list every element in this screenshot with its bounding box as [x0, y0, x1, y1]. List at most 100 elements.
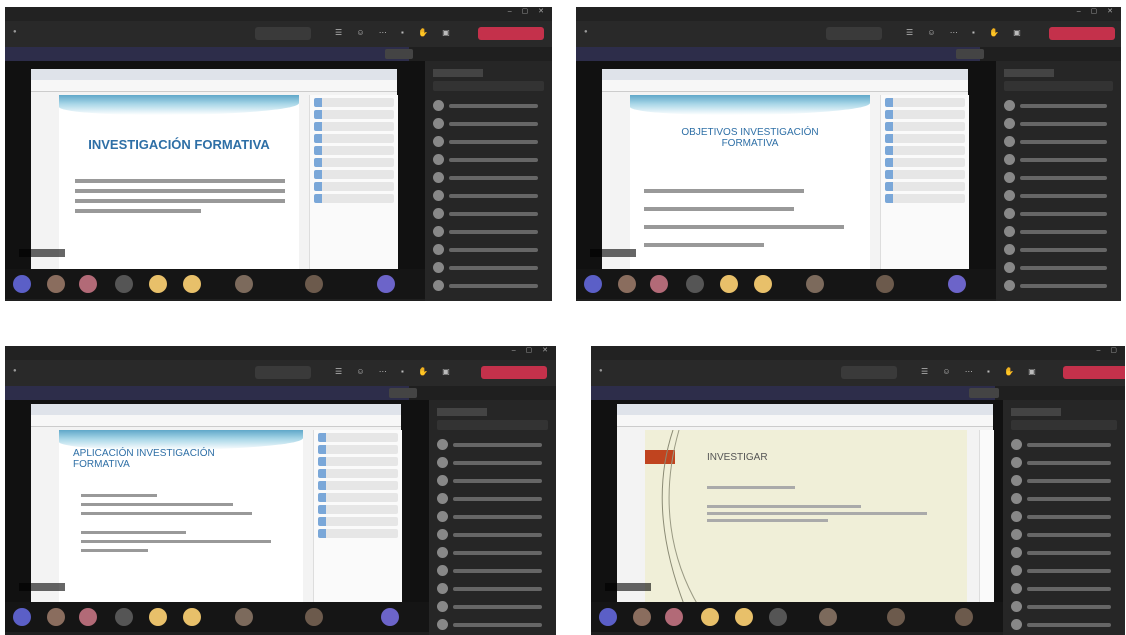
participant-row[interactable] [425, 241, 552, 259]
avatar[interactable] [115, 275, 133, 293]
participants-search[interactable] [433, 81, 544, 91]
stop-presenting-info-button[interactable] [389, 388, 417, 398]
avatar[interactable] [948, 275, 966, 293]
participant-row[interactable] [429, 454, 556, 472]
participant-row[interactable] [1003, 508, 1125, 526]
avatar[interactable] [79, 275, 97, 293]
participant-row[interactable] [1003, 454, 1125, 472]
avatar[interactable] [819, 608, 837, 626]
participant-row[interactable] [425, 277, 552, 295]
participant-row[interactable] [429, 526, 556, 544]
participant-row[interactable] [996, 259, 1121, 277]
stop-presenting-info-button[interactable] [956, 49, 984, 59]
leave-button[interactable] [481, 366, 547, 379]
participant-row[interactable] [429, 436, 556, 454]
avatar[interactable] [115, 608, 133, 626]
participant-row[interactable] [996, 205, 1121, 223]
participant-row[interactable] [1003, 598, 1125, 616]
meeting-icons[interactable]: ☰ ☺ ⋯ ▪ ✋ ▣ [335, 28, 456, 37]
avatar[interactable] [149, 275, 167, 293]
avatar[interactable] [686, 275, 704, 293]
participant-row[interactable] [429, 544, 556, 562]
participant-row[interactable] [429, 490, 556, 508]
avatar[interactable] [876, 275, 894, 293]
participant-row[interactable] [425, 115, 552, 133]
participant-row[interactable] [425, 259, 552, 277]
participant-row[interactable] [429, 472, 556, 490]
browser-toolbar[interactable] [31, 80, 397, 92]
participant-row[interactable] [425, 223, 552, 241]
participant-row[interactable] [996, 277, 1121, 295]
avatar[interactable] [887, 608, 905, 626]
participant-row[interactable] [429, 598, 556, 616]
participant-row[interactable] [996, 241, 1121, 259]
participant-row[interactable] [1003, 472, 1125, 490]
participant-row[interactable] [425, 97, 552, 115]
participants-search[interactable] [1011, 420, 1117, 430]
participant-row[interactable] [425, 169, 552, 187]
participant-row[interactable] [1003, 580, 1125, 598]
window-controls[interactable]: – ▢ ✕ [508, 7, 548, 15]
avatar[interactable] [377, 275, 395, 293]
avatar[interactable] [381, 608, 399, 626]
avatar[interactable] [806, 275, 824, 293]
participant-row[interactable] [996, 151, 1121, 169]
avatar[interactable] [584, 275, 602, 293]
meeting-icons[interactable]: ☰ ☺ ⋯ ▪ ✋ ▣ [921, 367, 1042, 376]
participant-row[interactable] [1003, 562, 1125, 580]
participant-row[interactable] [996, 133, 1121, 151]
avatar[interactable] [235, 608, 253, 626]
participant-row[interactable] [1003, 436, 1125, 454]
avatar[interactable] [618, 275, 636, 293]
browser-tabs[interactable] [602, 69, 968, 80]
participants-search[interactable] [437, 420, 548, 430]
participant-row[interactable] [429, 508, 556, 526]
browser-toolbar[interactable] [31, 415, 401, 427]
avatar[interactable] [633, 608, 651, 626]
window-controls[interactable]: – ▢ [1097, 346, 1121, 354]
avatar[interactable] [720, 275, 738, 293]
avatar[interactable] [47, 275, 65, 293]
tools-pane[interactable] [313, 430, 402, 607]
participant-row[interactable] [425, 205, 552, 223]
avatar[interactable] [235, 275, 253, 293]
avatar[interactable] [183, 608, 201, 626]
browser-tabs[interactable] [31, 404, 401, 415]
browser-toolbar[interactable] [602, 80, 968, 92]
participant-row[interactable] [996, 169, 1121, 187]
avatar[interactable] [754, 275, 772, 293]
browser-tabs[interactable] [31, 69, 397, 80]
tools-pane[interactable] [309, 95, 398, 273]
leave-button[interactable] [478, 27, 544, 40]
participant-row[interactable] [425, 133, 552, 151]
participant-row[interactable] [429, 616, 556, 634]
meeting-icons[interactable]: ☰ ☺ ⋯ ▪ ✋ ▣ [906, 28, 1027, 37]
leave-button[interactable] [1049, 27, 1115, 40]
participant-row[interactable] [1003, 616, 1125, 634]
participant-row[interactable] [1003, 526, 1125, 544]
participant-row[interactable] [425, 187, 552, 205]
avatar[interactable] [735, 608, 753, 626]
meeting-icons[interactable]: ☰ ☺ ⋯ ▪ ✋ ▣ [335, 367, 456, 376]
avatar[interactable] [13, 275, 31, 293]
avatar[interactable] [305, 608, 323, 626]
window-controls[interactable]: – ▢ ✕ [1077, 7, 1117, 15]
participant-row[interactable] [996, 223, 1121, 241]
participant-row[interactable] [429, 562, 556, 580]
participant-row[interactable] [996, 187, 1121, 205]
avatar[interactable] [305, 275, 323, 293]
leave-button[interactable] [1063, 366, 1125, 379]
avatar[interactable] [650, 275, 668, 293]
participant-row[interactable] [425, 151, 552, 169]
tools-pane[interactable] [979, 430, 994, 607]
stop-presenting-info-button[interactable] [385, 49, 413, 59]
stop-presenting-button[interactable] [255, 27, 311, 40]
window-controls[interactable]: – ▢ ✕ [512, 346, 552, 354]
avatar[interactable] [47, 608, 65, 626]
avatar[interactable] [149, 608, 167, 626]
participant-row[interactable] [1003, 490, 1125, 508]
avatar[interactable] [599, 608, 617, 626]
tools-pane[interactable] [880, 95, 969, 273]
avatar[interactable] [769, 608, 787, 626]
avatar[interactable] [701, 608, 719, 626]
